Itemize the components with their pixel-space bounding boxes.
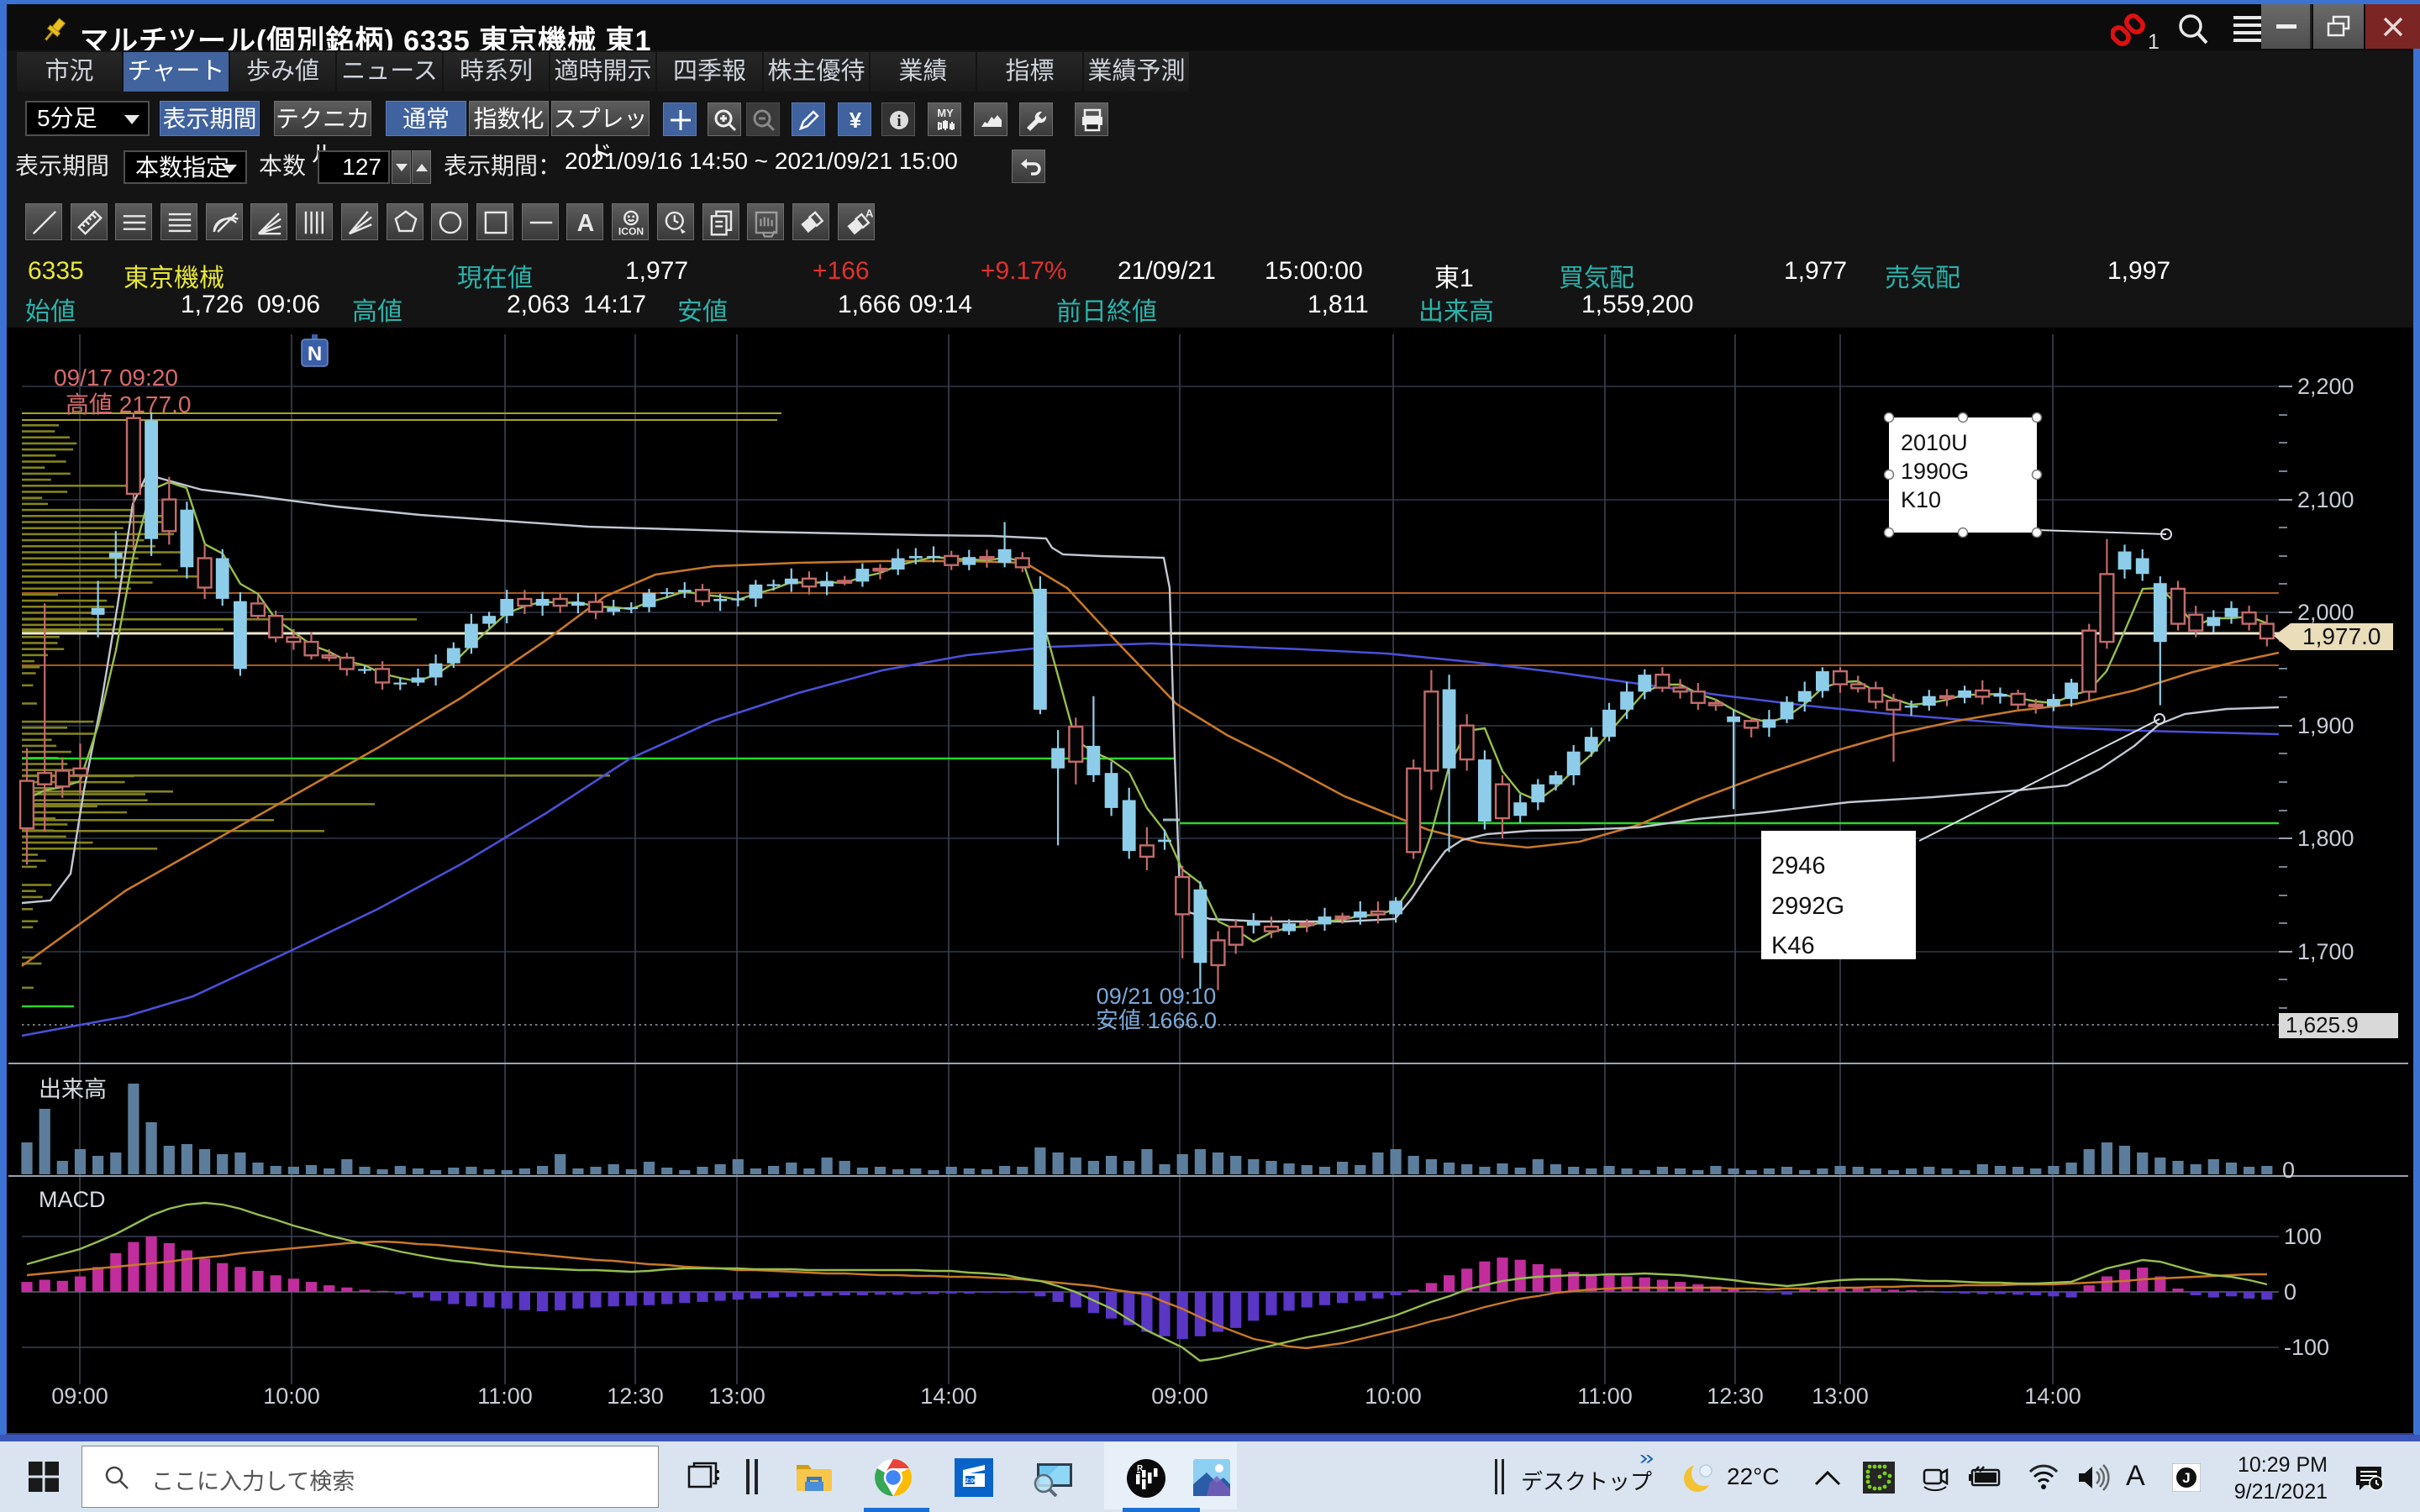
svg-text:1,625.9: 1,625.9 — [2286, 1012, 2359, 1037]
svg-text:1,800: 1,800 — [2297, 826, 2354, 851]
svg-text:14:00: 14:00 — [2024, 1383, 2081, 1409]
svg-text:11:00: 11:00 — [1577, 1383, 1633, 1409]
svg-text:J: J — [2182, 1470, 2190, 1486]
svg-text:2,000: 2,000 — [2297, 600, 2354, 625]
svg-text:N: N — [308, 343, 322, 365]
svg-text:10:00: 10:00 — [263, 1383, 320, 1409]
svg-text:2010U: 2010U — [1901, 430, 1968, 455]
svg-text:13:00: 13:00 — [708, 1383, 765, 1409]
svg-text:09:00: 09:00 — [1151, 1383, 1208, 1409]
svg-text:2946: 2946 — [1771, 853, 1826, 879]
svg-text:09:00: 09:00 — [51, 1383, 108, 1409]
svg-text:1,900: 1,900 — [2297, 713, 2354, 738]
svg-text:10:00: 10:00 — [1365, 1383, 1422, 1409]
svg-text:-100: -100 — [2284, 1335, 2329, 1360]
svg-text:12:30: 12:30 — [607, 1383, 664, 1409]
svg-text:出来高: 出来高 — [39, 1077, 107, 1102]
svg-text:2992G: 2992G — [1771, 893, 1844, 920]
svg-text:14:00: 14:00 — [920, 1383, 977, 1409]
svg-text:100: 100 — [2284, 1224, 2322, 1249]
svg-text:1,700: 1,700 — [2297, 939, 2354, 964]
svg-text:0: 0 — [2284, 1279, 2296, 1305]
svg-text:1,977.0: 1,977.0 — [2302, 623, 2381, 649]
svg-text:K46: K46 — [1771, 932, 1815, 959]
svg-text:13:00: 13:00 — [1812, 1383, 1869, 1409]
svg-text:2,200: 2,200 — [2297, 374, 2354, 399]
svg-text:2,100: 2,100 — [2297, 487, 2354, 512]
svg-text:安値 1666.0: 安値 1666.0 — [1096, 1008, 1217, 1033]
svg-text:0: 0 — [2282, 1158, 2295, 1183]
svg-text:MACD: MACD — [39, 1187, 106, 1212]
svg-text:09/17 09:20: 09/17 09:20 — [54, 365, 178, 391]
svg-text:12:30: 12:30 — [1707, 1383, 1764, 1409]
svg-text:11:00: 11:00 — [477, 1383, 533, 1409]
svg-text:K10: K10 — [1901, 487, 1941, 512]
svg-text:1990G: 1990G — [1901, 459, 1969, 484]
svg-text:12:00: 12:00 — [962, 1478, 977, 1484]
svg-text:09/21 09:10: 09/21 09:10 — [1097, 984, 1217, 1009]
svg-text:高値 2177.0: 高値 2177.0 — [66, 391, 191, 417]
